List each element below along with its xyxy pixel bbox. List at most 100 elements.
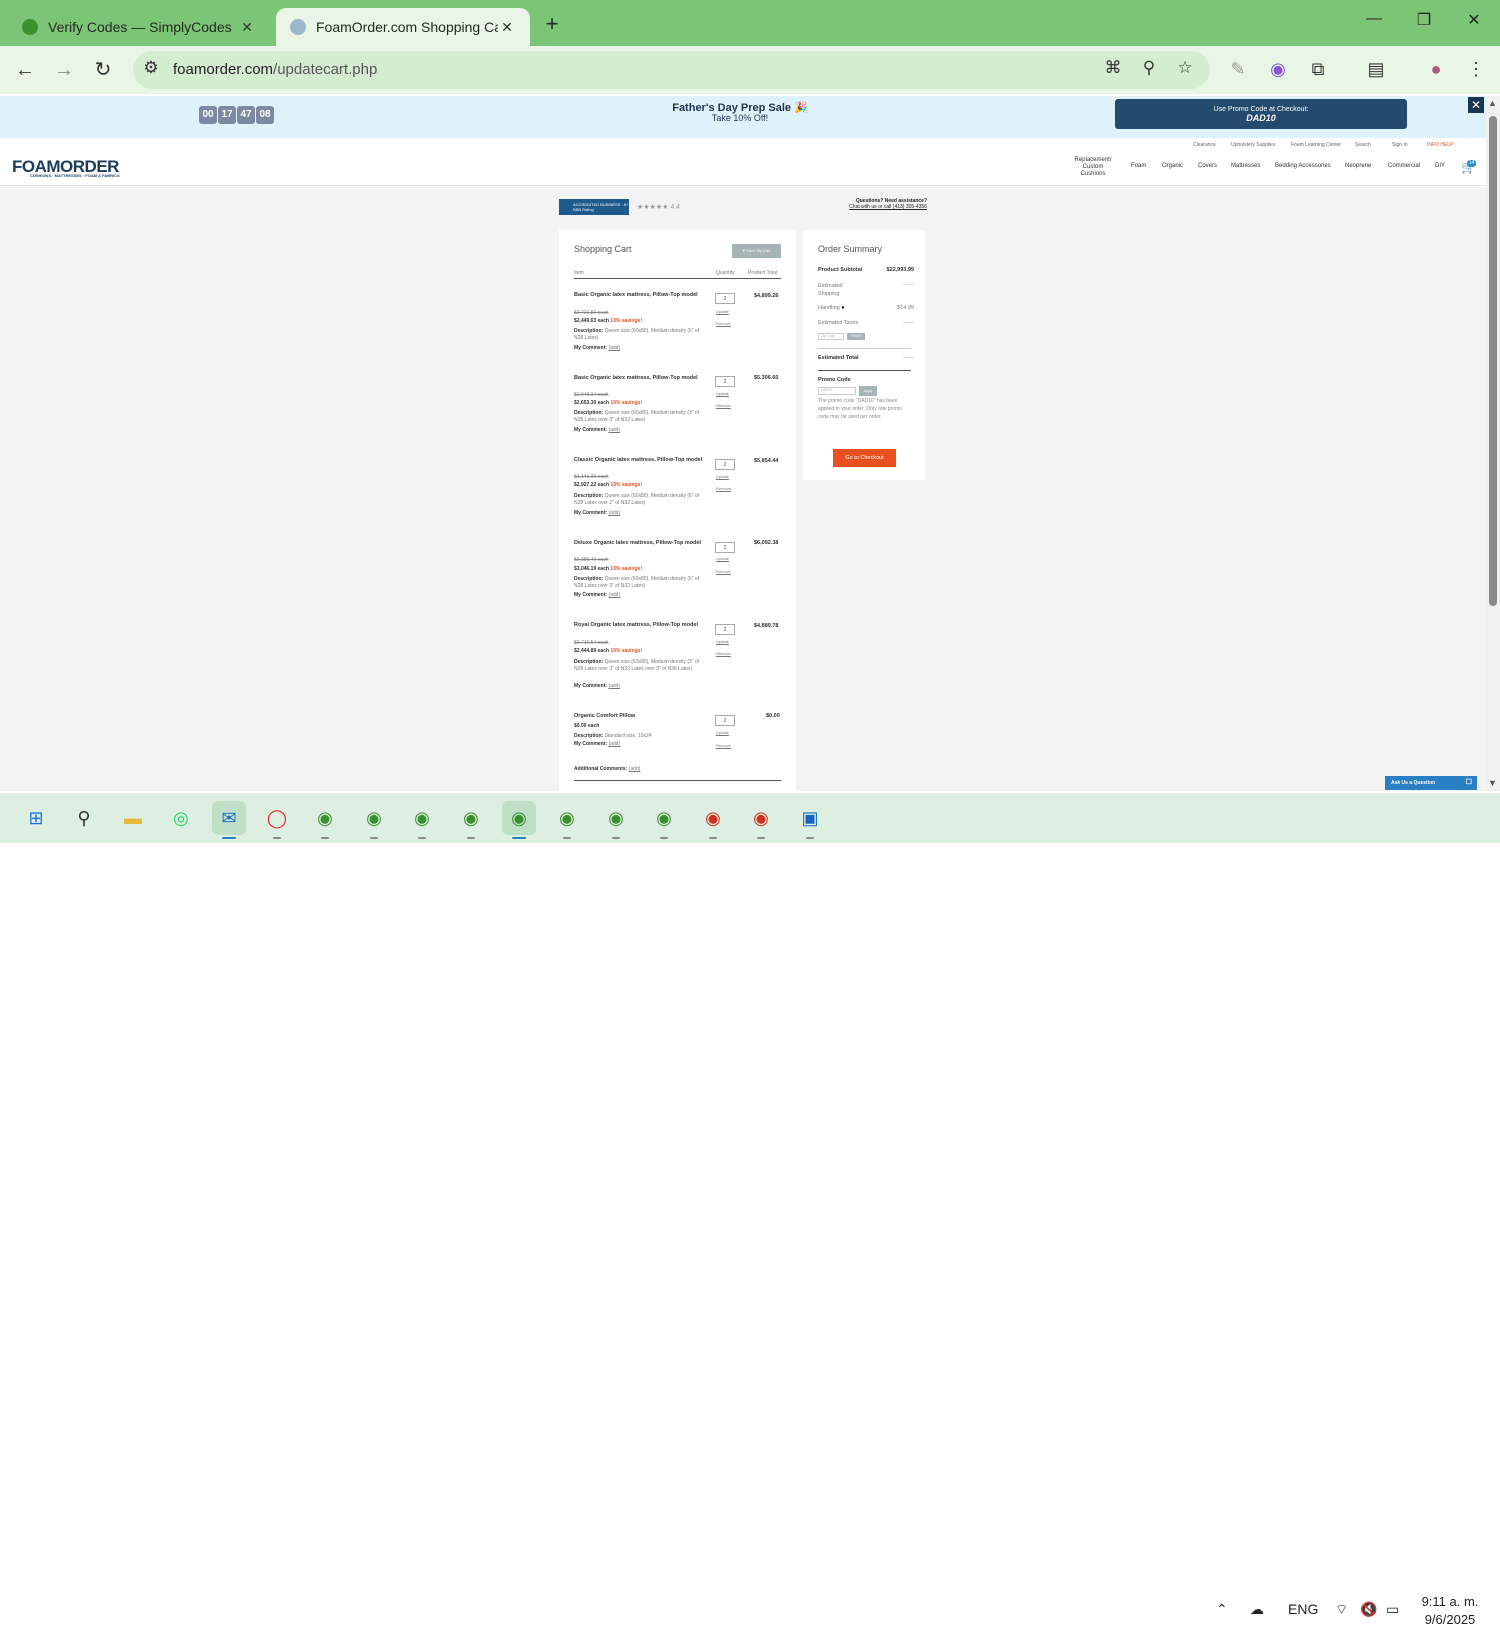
quantity-input[interactable]: 2 bbox=[715, 715, 735, 726]
promo-apply-button[interactable]: Apply bbox=[859, 386, 877, 396]
quantity-input[interactable]: 2 bbox=[715, 459, 735, 470]
page-scrollbar[interactable]: ▲ ▼ bbox=[1486, 96, 1500, 791]
update-link[interactable]: Update bbox=[716, 556, 729, 561]
scroll-thumb[interactable] bbox=[1489, 116, 1497, 606]
quantity-input[interactable]: 2 bbox=[715, 624, 735, 635]
scroll-down-icon[interactable]: ▼ bbox=[1488, 778, 1497, 788]
zip-code-input[interactable]: Zip Code bbox=[818, 333, 844, 340]
quantity-input[interactable]: 2 bbox=[715, 293, 735, 304]
utility-link-clearance[interactable]: Clearance bbox=[1193, 142, 1216, 148]
opera-icon[interactable]: ◯ bbox=[260, 801, 294, 839]
utility-link-learning[interactable]: Foam Learning Center bbox=[1291, 142, 1341, 148]
utility-link-upholstery[interactable]: Upholstery Supplies bbox=[1231, 142, 1275, 148]
item-title[interactable]: Basic Organic latex mattress, Pillow-Top… bbox=[574, 375, 709, 382]
ask-question-button[interactable]: Ask Us a Question ☐ bbox=[1385, 776, 1477, 790]
info-icon[interactable]: ● bbox=[841, 305, 844, 311]
add-comment-link[interactable]: (add) bbox=[608, 592, 620, 598]
store-app-icon[interactable]: ▣ bbox=[793, 801, 827, 839]
update-link[interactable]: Update bbox=[716, 309, 729, 314]
update-link[interactable]: Update bbox=[716, 730, 729, 735]
checkout-button[interactable]: Go to Checkout bbox=[833, 449, 896, 467]
start-windows-icon[interactable]: ⊞ bbox=[19, 801, 53, 835]
translate-icon[interactable]: ⌘ bbox=[1101, 58, 1125, 78]
chrome-profile-7-icon[interactable]: ◉ bbox=[599, 801, 633, 839]
reload-icon[interactable]: ↻ bbox=[90, 57, 116, 83]
save-cart-button[interactable]: ♥ Save My Cart bbox=[732, 244, 781, 258]
minimize-icon[interactable]: — bbox=[1359, 10, 1389, 28]
utility-link-search[interactable]: Search bbox=[1355, 142, 1371, 148]
add-comment-link[interactable]: (add) bbox=[608, 510, 620, 516]
item-title[interactable]: Deluxe Organic latex mattress, Pillow-To… bbox=[574, 540, 709, 547]
remove-link[interactable]: Remove bbox=[716, 743, 731, 748]
remove-link[interactable]: Remove bbox=[716, 403, 731, 408]
tab-verify-codes[interactable]: Verify Codes — SimplyCodes ✕ bbox=[8, 8, 270, 46]
nav-organic[interactable]: Organic bbox=[1162, 163, 1183, 169]
add-comment-link[interactable]: (add) bbox=[608, 741, 620, 747]
language-indicator[interactable]: ENG bbox=[1288, 1601, 1318, 1617]
item-title[interactable]: Organic Comfort Pillow bbox=[574, 713, 709, 720]
nav-foam[interactable]: Foam bbox=[1131, 163, 1146, 169]
system-clock[interactable]: 9:11 a. m. 9/6/2025 bbox=[1418, 1593, 1482, 1629]
update-link[interactable]: Update bbox=[716, 639, 729, 644]
remove-link[interactable]: Remove bbox=[716, 651, 731, 656]
nav-bedding[interactable]: Bedding Accessories bbox=[1275, 163, 1331, 169]
profile-avatar-icon[interactable]: ● bbox=[1424, 59, 1448, 80]
item-title[interactable]: Basic Organic latex mattress, Pillow-Top… bbox=[574, 292, 709, 299]
zip-reset-button[interactable]: Reset bbox=[847, 333, 865, 340]
extension-icon[interactable]: ◉ bbox=[1266, 59, 1290, 80]
chrome-profile-4-icon[interactable]: ◉ bbox=[454, 801, 488, 839]
side-panel-icon[interactable]: ▤ bbox=[1364, 59, 1388, 80]
nav-custom-cushions[interactable]: Replacement/ Custom Cushions bbox=[1070, 157, 1116, 178]
remove-link[interactable]: Remove bbox=[716, 321, 731, 326]
nav-mattresses[interactable]: Mattresses bbox=[1231, 163, 1260, 169]
quantity-input[interactable]: 2 bbox=[715, 542, 735, 553]
chrome-profile-2-icon[interactable]: ◉ bbox=[357, 801, 391, 839]
wifi-icon[interactable]: ⌔ bbox=[1335, 1601, 1348, 1619]
promo-code-button[interactable]: Use Promo Code at Checkout: DAD10 bbox=[1115, 99, 1407, 129]
add-additional-comment-link[interactable]: (add) bbox=[629, 766, 641, 772]
scroll-up-icon[interactable]: ▲ bbox=[1488, 98, 1497, 108]
extensions-puzzle-icon[interactable]: ⧉ bbox=[1306, 59, 1330, 80]
nav-diy[interactable]: DIY bbox=[1435, 163, 1445, 169]
whatsapp-icon[interactable]: ◎ bbox=[164, 801, 198, 835]
new-tab-icon[interactable]: + bbox=[540, 11, 564, 37]
search-icon[interactable]: ⚲ bbox=[67, 801, 101, 835]
item-title[interactable]: Royal Organic latex mattress, Pillow-Top… bbox=[574, 622, 709, 629]
promo-code-input[interactable]: DAD10 bbox=[818, 387, 856, 395]
menu-kebab-icon[interactable]: ⋮ bbox=[1464, 59, 1488, 80]
update-link[interactable]: Update bbox=[716, 391, 729, 396]
chrome-profile-1-icon[interactable]: ◉ bbox=[308, 801, 342, 839]
address-bar[interactable]: ⚙ foamorder.com/updatecart.php ⌘ ⚲ ☆ bbox=[133, 51, 1210, 89]
nav-covers[interactable]: Covers bbox=[1198, 163, 1217, 169]
add-comment-link[interactable]: (add) bbox=[608, 427, 620, 433]
chrome-profile-5-icon[interactable]: ◉ bbox=[502, 801, 536, 839]
tab-foamorder-cart[interactable]: FoamOrder.com Shopping Cart ✕ bbox=[276, 8, 530, 46]
restore-icon[interactable]: ❐ bbox=[1409, 10, 1439, 30]
quantity-input[interactable]: 2 bbox=[715, 376, 735, 387]
utility-link-signin[interactable]: Sign In bbox=[1392, 142, 1408, 148]
outlook-icon[interactable]: ✉ bbox=[212, 801, 246, 839]
show-hidden-icons-icon[interactable]: ⌃ bbox=[1216, 1601, 1228, 1618]
bookmark-star-icon[interactable]: ☆ bbox=[1173, 58, 1197, 78]
nav-commercial[interactable]: Commercial bbox=[1388, 163, 1420, 169]
edit-icon[interactable]: ✎ bbox=[1226, 59, 1250, 80]
chrome-profile-n-icon[interactable]: ◉ bbox=[744, 801, 778, 839]
close-tab-icon[interactable]: ✕ bbox=[238, 19, 256, 36]
chrome-profile-a-icon[interactable]: ◉ bbox=[696, 801, 730, 839]
back-icon[interactable]: ← bbox=[12, 57, 38, 83]
remove-link[interactable]: Remove bbox=[716, 569, 731, 574]
file-explorer-icon[interactable]: ▬ bbox=[116, 801, 150, 835]
onedrive-icon[interactable]: ☁ bbox=[1250, 1601, 1264, 1618]
nav-neoprene[interactable]: Neoprene bbox=[1345, 163, 1371, 169]
chrome-profile-3-icon[interactable]: ◉ bbox=[405, 801, 439, 839]
forward-icon[interactable]: → bbox=[51, 57, 77, 83]
close-window-icon[interactable]: ✕ bbox=[1459, 10, 1489, 30]
battery-icon[interactable]: ▭ bbox=[1386, 1601, 1399, 1618]
zoom-icon[interactable]: ⚲ bbox=[1137, 58, 1161, 78]
remove-link[interactable]: Remove bbox=[716, 486, 731, 491]
volume-muted-icon[interactable]: 🔇 bbox=[1360, 1601, 1377, 1618]
chrome-profile-8-icon[interactable]: ◉ bbox=[647, 801, 681, 839]
utility-link-info[interactable]: INFO HELP bbox=[1427, 142, 1453, 148]
close-promo-icon[interactable]: ✕ bbox=[1468, 97, 1484, 113]
add-comment-link[interactable]: (add) bbox=[608, 345, 620, 351]
